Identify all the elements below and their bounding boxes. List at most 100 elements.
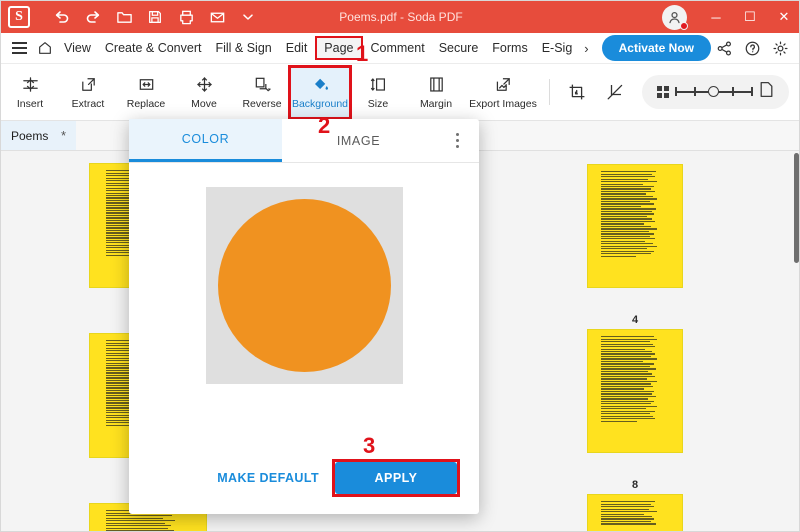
thumbnail-item[interactable] [587,494,683,531]
thumbnail-text-lines [601,336,659,443]
save-icon[interactable] [142,4,168,30]
ribbon-margin-label: Margin [419,97,453,110]
menu-bar: View Create & Convert Fill & Sign Edit P… [1,33,799,64]
print-icon[interactable] [173,4,199,30]
menu-right-icons [711,35,793,61]
thumbnail-item[interactable]: 4 [587,164,683,326]
ribbon-background[interactable]: Background [288,64,352,120]
title-bar: S Poems.pdf - Soda PDF ─ ☐ ✕ [1,1,799,33]
ribbon-extract[interactable]: Extract [59,68,117,117]
size-icon [369,75,388,95]
dialog-footer: MAKE DEFAULT APPLY [129,442,479,514]
apply-button-highlight: APPLY [332,459,460,497]
ribbon-size-label: Size [367,97,389,110]
ribbon-move[interactable]: Move [175,68,233,117]
email-icon[interactable] [204,4,230,30]
replace-icon [137,75,156,95]
menu-item-fill-sign[interactable]: Fill & Sign [208,38,278,58]
annotation-step-3: 3 [363,433,376,458]
ribbon-export-images[interactable]: Export Images [465,68,541,117]
modified-marker: * [60,128,66,143]
ribbon-reverse[interactable]: Reverse [233,68,291,117]
page-thumbnail[interactable] [587,494,683,531]
avatar[interactable] [662,4,688,30]
activate-now-button[interactable]: Activate Now [601,35,711,61]
home-icon[interactable] [33,40,57,56]
ribbon-size[interactable]: Size [349,68,407,117]
menu-item-create-convert[interactable]: Create & Convert [98,38,209,58]
soda-pdf-window: S Poems.pdf - Soda PDF ─ ☐ ✕ View Create… [0,0,800,532]
margin-icon [427,75,446,95]
insert-icon [21,75,40,95]
export-images-icon [494,75,513,95]
grid-view-icon[interactable] [657,86,669,98]
color-preview-swatch[interactable] [205,187,403,384]
chevron-down-icon[interactable] [235,4,261,30]
close-button[interactable]: ✕ [767,1,799,33]
page-number-label: 8 [631,479,639,491]
menu-item-esign[interactable]: E-Sig [535,38,580,58]
ribbon-background-label: Background [291,97,349,110]
help-icon[interactable] [739,35,765,61]
thumbnail-text-lines [601,501,659,531]
ribbon-insert-label: Insert [16,97,44,110]
menu-overflow-chevron-icon[interactable]: › [579,41,593,56]
menu-item-comment[interactable]: Comment [364,38,432,58]
vertical-scrollbar[interactable] [794,153,799,263]
reverse-icon [253,75,272,95]
thumbnail-text-lines [601,171,659,278]
single-page-icon[interactable] [759,81,774,103]
share-icon[interactable] [711,35,737,61]
extract-icon [79,75,98,95]
window-controls-group: ─ ☐ ✕ [662,1,799,33]
menu-item-forms[interactable]: Forms [485,38,534,58]
kebab-menu-icon[interactable] [435,119,479,162]
minimize-button[interactable]: ─ [699,1,733,33]
page-thumbnail[interactable] [587,164,683,288]
ribbon-extract-label: Extract [71,97,105,110]
ribbon-reverse-label: Reverse [242,97,282,110]
deskew-icon[interactable] [596,72,634,112]
ribbon-toolbar: Insert Extract Replace Move Reverse Back… [1,64,799,121]
dialog-body [129,163,479,442]
document-tab-poems[interactable]: Poems * [1,121,76,150]
selected-color-circle[interactable] [217,199,391,372]
ribbon-replace-label: Replace [126,97,166,110]
annotation-step-1: 1 [356,41,369,66]
zoom-slider-knob[interactable] [708,86,719,97]
hamburger-menu-icon[interactable] [7,42,33,54]
redo-icon[interactable] [80,4,106,30]
annotation-step-2: 2 [318,113,331,138]
page-thumbnail[interactable] [587,329,683,453]
settings-gear-icon[interactable] [767,35,793,61]
crop-icon[interactable] [558,72,596,112]
background-settings-dialog: COLOR IMAGE MAKE DEFAULT APPLY [129,119,479,514]
apply-button[interactable]: APPLY [335,462,457,494]
app-logo: S [8,6,30,28]
undo-icon[interactable] [49,4,75,30]
maximize-button[interactable]: ☐ [733,1,767,33]
menu-item-secure[interactable]: Secure [432,38,486,58]
open-folder-icon[interactable] [111,4,137,30]
zoom-view-widget[interactable] [642,75,789,109]
dialog-tab-bar: COLOR IMAGE [129,119,479,163]
page-number-label: 4 [631,314,639,326]
thumbnail-item[interactable]: 8 [587,329,683,491]
ribbon-move-label: Move [191,97,217,110]
ribbon-replace[interactable]: Replace [117,68,175,117]
make-default-button[interactable]: MAKE DEFAULT [217,471,319,485]
ribbon-margin[interactable]: Margin [407,68,465,117]
document-tab-label: Poems [11,128,49,143]
menu-item-page[interactable]: Page [315,36,363,60]
ribbon-divider [549,79,550,105]
move-icon [195,75,214,95]
background-paint-bucket-icon [311,75,330,95]
zoom-slider[interactable] [675,86,753,98]
notification-dot [680,21,688,30]
tab-image[interactable]: IMAGE [282,119,435,162]
menu-item-view[interactable]: View [57,38,98,58]
ribbon-insert[interactable]: Insert [1,68,59,117]
menu-item-edit[interactable]: Edit [279,38,315,58]
ribbon-export-images-label: Export Images [469,97,537,110]
tab-color[interactable]: COLOR [129,119,282,162]
